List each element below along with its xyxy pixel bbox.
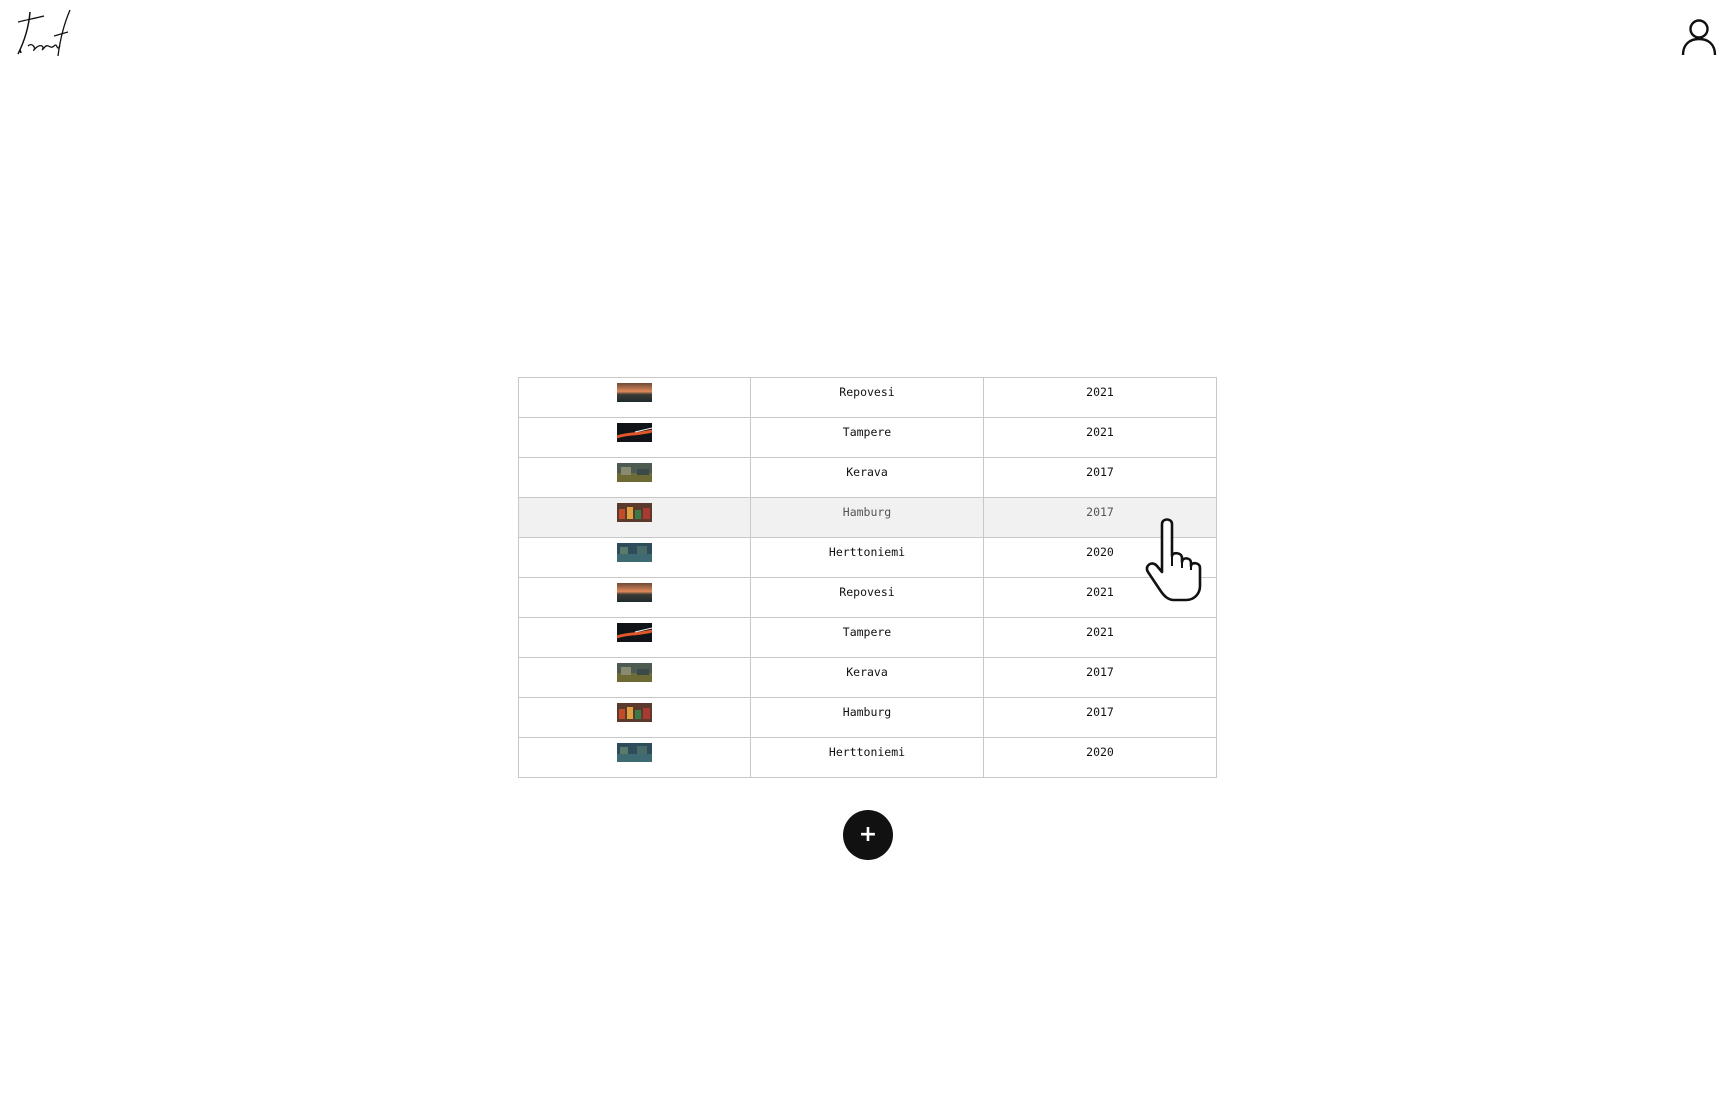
- place-cell: Repovesi: [750, 577, 984, 618]
- thumbnail-cell: [518, 417, 751, 458]
- place-cell: Tampere: [750, 617, 984, 658]
- place-name: Hamburg: [842, 505, 892, 519]
- photo-thumbnail-blue-harbor: [617, 743, 652, 762]
- user-icon[interactable]: [1680, 18, 1718, 56]
- place-name: Hamburg: [842, 705, 892, 719]
- photo-thumbnail-night-lights: [617, 623, 652, 642]
- thumbnail-cell: [518, 457, 751, 498]
- table-row[interactable]: Tampere 2021: [518, 617, 1217, 658]
- add-button[interactable]: +: [843, 810, 893, 860]
- year-cell: 2021: [983, 577, 1217, 618]
- place-name: Herttoniemi: [828, 745, 906, 759]
- year-cell: 2021: [983, 417, 1217, 458]
- year-cell: 2021: [983, 617, 1217, 658]
- place-name: Kerava: [846, 465, 888, 479]
- place-cell: Kerava: [750, 457, 984, 498]
- photo-thumbnail-colorful-city: [617, 703, 652, 722]
- year-value: 2021: [1086, 385, 1114, 399]
- place-name: Tampere: [842, 625, 892, 639]
- photo-thumbnail-sunset-lake: [617, 583, 652, 602]
- table-row[interactable]: Kerava 2017: [518, 657, 1217, 698]
- year-cell: 2020: [983, 737, 1217, 778]
- photo-thumbnail-town-street: [617, 463, 652, 482]
- table-row[interactable]: Hamburg 2017: [518, 697, 1217, 738]
- place-name: Repovesi: [839, 385, 895, 399]
- photo-thumbnail-colorful-city: [617, 503, 652, 522]
- place-name: Repovesi: [839, 585, 895, 599]
- table-row[interactable]: Herttoniemi 2020: [518, 537, 1217, 578]
- signature-logo-icon[interactable]: [10, 6, 76, 60]
- year-value: 2017: [1086, 465, 1114, 479]
- year-cell: 2017: [983, 657, 1217, 698]
- photo-table: Repovesi 2021 Tampere 2021 Kerava 2017 Hamburg…: [518, 377, 1217, 778]
- table-row[interactable]: Tampere 2021: [518, 417, 1217, 458]
- thumbnail-cell: [518, 497, 751, 538]
- thumbnail-cell: [518, 657, 751, 698]
- year-cell: 2021: [983, 377, 1217, 418]
- place-name: Tampere: [842, 425, 892, 439]
- year-value: 2021: [1086, 625, 1114, 639]
- table-row[interactable]: Herttoniemi 2020: [518, 737, 1217, 778]
- year-value: 2021: [1086, 585, 1114, 599]
- thumbnail-cell: [518, 697, 751, 738]
- thumbnail-cell: [518, 617, 751, 658]
- photo-thumbnail-blue-harbor: [617, 543, 652, 562]
- thumbnail-cell: [518, 737, 751, 778]
- place-cell: Tampere: [750, 417, 984, 458]
- place-cell: Hamburg: [750, 697, 984, 738]
- place-cell: Kerava: [750, 657, 984, 698]
- table-row[interactable]: Kerava 2017: [518, 457, 1217, 498]
- table-row[interactable]: Hamburg 2017: [518, 497, 1217, 538]
- place-cell: Hamburg: [750, 497, 984, 538]
- place-cell: Herttoniemi: [750, 537, 984, 578]
- table-row[interactable]: Repovesi 2021: [518, 577, 1217, 618]
- photo-thumbnail-night-lights: [617, 423, 652, 442]
- thumbnail-cell: [518, 377, 751, 418]
- thumbnail-cell: [518, 537, 751, 578]
- photo-thumbnail-sunset-lake: [617, 383, 652, 402]
- year-cell: 2017: [983, 697, 1217, 738]
- place-cell: Herttoniemi: [750, 737, 984, 778]
- year-value: 2020: [1086, 745, 1114, 759]
- year-value: 2020: [1086, 545, 1114, 559]
- place-name: Herttoniemi: [828, 545, 906, 559]
- year-value: 2017: [1086, 665, 1114, 679]
- year-cell: 2017: [983, 497, 1217, 538]
- year-cell: 2020: [983, 537, 1217, 578]
- place-name: Kerava: [846, 665, 888, 679]
- year-cell: 2017: [983, 457, 1217, 498]
- thumbnail-cell: [518, 577, 751, 618]
- place-cell: Repovesi: [750, 377, 984, 418]
- year-value: 2017: [1086, 505, 1114, 519]
- photo-thumbnail-town-street: [617, 663, 652, 682]
- table-row[interactable]: Repovesi 2021: [518, 377, 1217, 418]
- year-value: 2021: [1086, 425, 1114, 439]
- year-value: 2017: [1086, 705, 1114, 719]
